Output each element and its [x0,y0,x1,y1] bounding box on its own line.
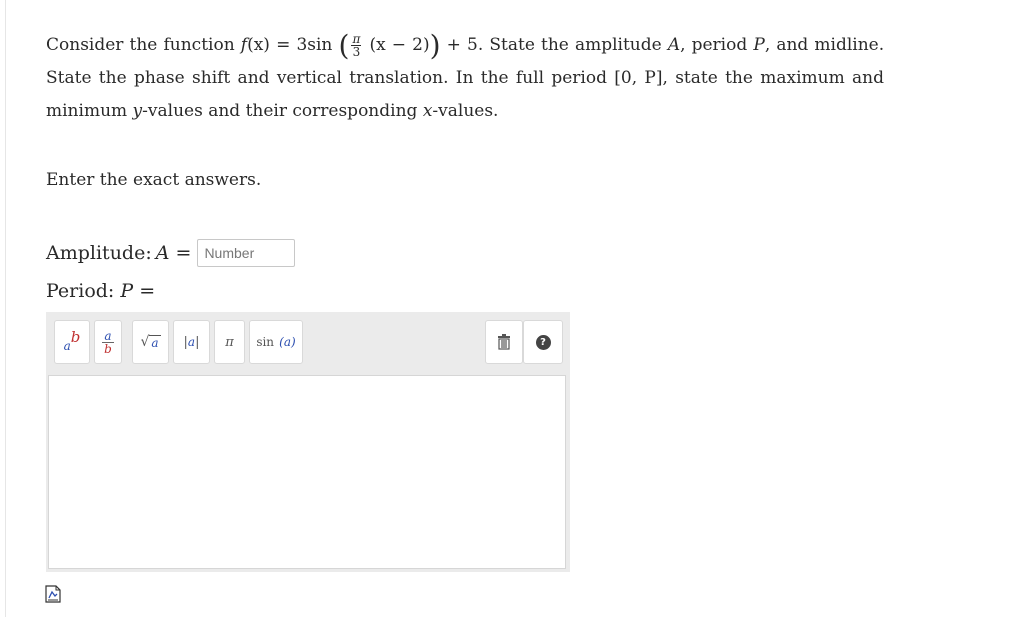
fraction-symbol: a b [102,328,114,356]
abs-arg: a [187,335,196,349]
math-toolbar: ab a b √ a | a | π sin (a) ? [46,312,570,374]
help-button[interactable]: ? [523,320,563,364]
period-var: P [120,280,134,302]
sqrt-radical: √ [140,334,150,350]
power-base: a [63,339,71,353]
period-row: Period: P = [46,278,155,304]
ask-sep-1: , period [680,35,748,55]
sqrt-arg: a [149,334,161,350]
help-icon: ? [535,334,551,350]
absolute-value-button[interactable]: | a | [173,320,210,364]
amplitude-label: Amplitude: [46,242,152,264]
ask-text-3: -values and their corresponding [142,101,418,121]
period-label: Period: [46,280,115,302]
var-y: y [132,101,143,121]
fraction-denominator: 3 [352,45,361,59]
open-paren: ( [338,29,350,62]
func-coefficient: 3 [296,35,308,55]
document-icon[interactable] [45,585,61,603]
left-border [5,0,6,617]
var-P: P [753,35,765,55]
instructions: Enter the exact answers. [46,170,262,190]
func-inner: (x − 2) [369,35,430,55]
pi-button[interactable]: π [214,320,245,364]
amplitude-var: A [155,242,170,264]
var-x: x [422,101,433,121]
amplitude-row: Amplitude: A = [46,238,296,268]
amplitude-input[interactable] [197,239,296,267]
answer-input-area[interactable] [48,375,566,569]
pi-symbol: π [225,334,234,350]
sqrt-button[interactable]: √ a [132,320,169,364]
ask-text-4: -values. [432,101,499,121]
question-intro: Consider the function [46,35,235,55]
period-equals: = [139,280,156,302]
var-A: A [667,35,681,55]
func-plus-const: + 5. [446,35,484,55]
pi-over-3-fraction: π3 [351,33,362,59]
sin-arg: (a) [279,335,296,349]
func-equals: = [276,35,291,55]
func-arg: (x) [247,35,270,55]
interval: [0, P] [614,68,663,88]
question-text: Consider the function f(x) = 3sin (π 3 (x… [46,29,884,128]
func-trig: sin [307,35,333,55]
fraction-button-num: a [102,328,114,343]
fraction-button-den: b [104,341,112,356]
sin-button[interactable]: sin (a) [249,320,303,364]
power-button[interactable]: ab [54,320,90,364]
math-editor: ab a b √ a | a | π sin (a) ? [46,312,570,572]
close-paren: ) [429,29,441,62]
trash-icon [498,334,510,350]
trash-button[interactable] [485,320,523,364]
amplitude-equals: = [175,242,192,264]
ask-text-1: State the amplitude [489,35,662,55]
abs-right-bar: | [195,334,200,350]
sin-fn: sin [256,335,275,349]
power-exponent: b [70,328,81,346]
fraction-button[interactable]: a b [94,320,122,364]
